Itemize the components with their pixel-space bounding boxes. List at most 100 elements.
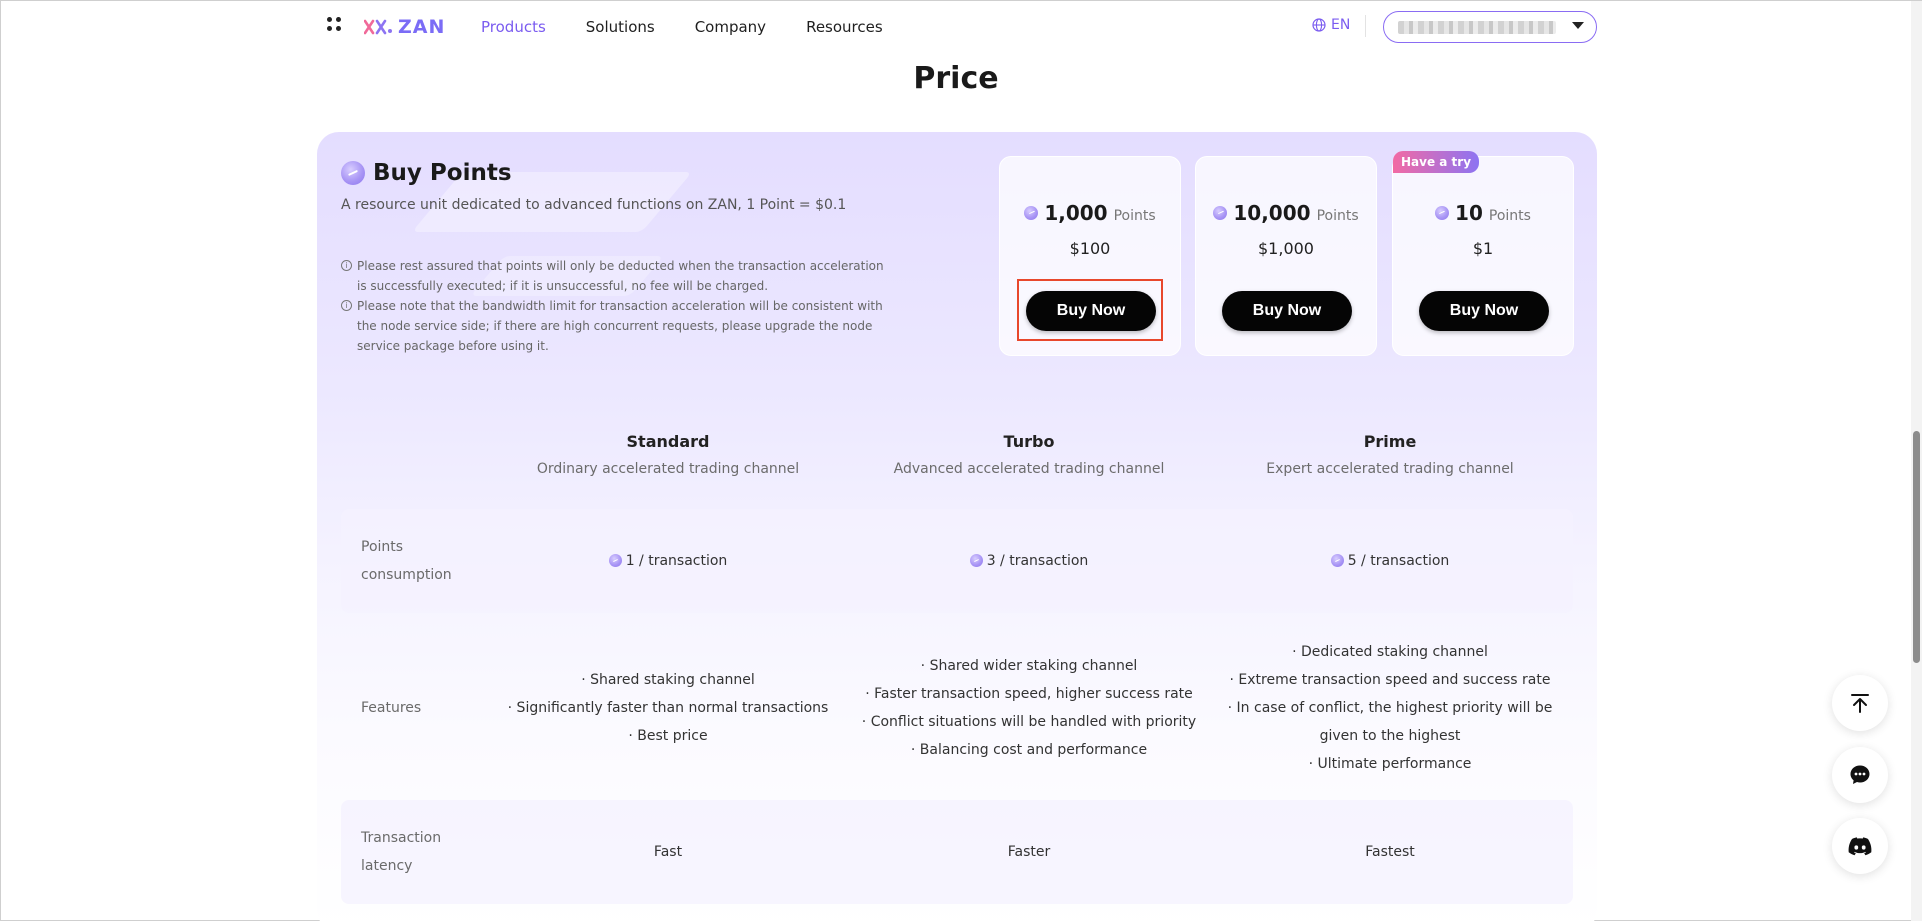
logo-text: ZAN <box>398 16 446 38</box>
info-icon: i <box>341 260 352 271</box>
tier-header-prime: Prime Expert accelerated trading channel <box>1209 432 1571 477</box>
point-coin-icon <box>608 554 622 567</box>
tier-name: Standard <box>626 432 710 451</box>
language-switcher[interactable]: EN <box>1312 17 1350 33</box>
point-coin-icon <box>1435 206 1450 220</box>
row-label-line: Transaction <box>361 830 442 846</box>
note-text: Please note that the bandwidth limit for… <box>357 299 883 353</box>
tier-subtitle: Expert accelerated trading channel <box>1266 461 1514 477</box>
apps-grid-icon[interactable] <box>327 17 343 33</box>
latency-cell-turbo: Faster <box>1007 844 1051 860</box>
package-unit: Points <box>1113 208 1156 224</box>
package-unit: Points <box>1488 208 1531 224</box>
row-label: Features <box>361 700 422 716</box>
feature-line: · Faster transaction speed, higher succe… <box>865 686 1193 702</box>
buy-now-button-10000[interactable]: Buy Now <box>1222 291 1352 331</box>
features-cell-prime: · Dedicated staking channel · Extreme tr… <box>1209 638 1571 778</box>
latency-cell-prime: Fastest <box>1365 844 1415 860</box>
header-divider <box>1365 15 1366 37</box>
latency-cell-standard: Fast <box>653 844 683 860</box>
features-cell-standard: · Shared staking channel · Significantly… <box>487 666 849 750</box>
row-label-line: consumption <box>361 567 452 583</box>
points-package-card-10000: 10,000 Points $1,000 Buy Now <box>1195 156 1377 356</box>
info-icon: i <box>341 300 352 311</box>
row-label: Points consumption <box>361 533 471 589</box>
note-text: Please rest assured that points will onl… <box>357 259 884 293</box>
nav-solutions[interactable]: Solutions <box>586 18 655 36</box>
pricing-panel: Buy Points A resource unit dedicated to … <box>317 132 1597 921</box>
point-coin-icon <box>341 161 365 185</box>
points-value: 1 / transaction <box>625 553 728 569</box>
page-title: Price <box>913 61 999 96</box>
zan-logo[interactable]: ZAN <box>364 13 445 41</box>
feature-line: · Best price <box>628 728 708 744</box>
feature-line: · Extreme transaction speed and success … <box>1229 672 1551 688</box>
tier-name: Turbo <box>1003 432 1055 451</box>
buy-points-header: Buy Points <box>341 160 512 186</box>
have-a-try-badge: Have a try <box>1393 151 1480 173</box>
package-amount-row: 10,000 Points <box>1196 201 1376 225</box>
globe-icon <box>1312 18 1326 32</box>
package-amount-row: 1,000 Points <box>1000 201 1180 225</box>
tier-header-standard: Standard Ordinary accelerated trading ch… <box>487 432 849 477</box>
discord-icon <box>1848 837 1872 856</box>
package-amount-row: 10 Points <box>1393 201 1573 225</box>
tier-header-turbo: Turbo Advanced accelerated trading chann… <box>848 432 1210 477</box>
package-unit: Points <box>1316 208 1359 224</box>
points-value: 5 / transaction <box>1347 553 1450 569</box>
feature-line: · Shared staking channel <box>581 672 755 688</box>
features-cell-turbo: · Shared wider staking channel · Faster … <box>848 652 1210 764</box>
point-coin-icon <box>1213 206 1228 220</box>
chat-button[interactable] <box>1832 747 1888 803</box>
package-price: $100 <box>1069 239 1111 258</box>
buy-points-title: Buy Points <box>373 160 512 186</box>
tier-subtitle: Ordinary accelerated trading channel <box>536 461 800 477</box>
buy-points-description: A resource unit dedicated to advanced fu… <box>341 197 847 213</box>
row-label: Transaction latency <box>361 824 471 880</box>
discord-button[interactable] <box>1832 818 1888 874</box>
back-to-top-icon <box>1851 694 1869 713</box>
nav-company[interactable]: Company <box>695 18 766 36</box>
feature-line: · Significantly faster than normal trans… <box>507 700 829 716</box>
feature-line: · In case of conflict, the highest prior… <box>1227 700 1553 716</box>
nav-products[interactable]: Products <box>481 18 546 36</box>
account-select[interactable] <box>1383 11 1597 43</box>
language-label: EN <box>1331 17 1351 33</box>
feature-line: · Shared wider staking channel <box>920 658 1138 674</box>
package-price: $1,000 <box>1258 239 1314 258</box>
row-label-line: Points <box>361 539 404 555</box>
point-coin-icon <box>1330 554 1344 567</box>
nav-resources[interactable]: Resources <box>806 18 883 36</box>
table-row-features: Features · Shared staking channel · Sign… <box>341 619 1573 797</box>
note-item: i Please note that the bandwidth limit f… <box>341 296 886 356</box>
feature-line: · Balancing cost and performance <box>910 742 1148 758</box>
feature-line: · Dedicated staking channel <box>1292 644 1488 660</box>
top-navbar: ZAN Products Solutions Company Resources… <box>1 1 1921 53</box>
package-price: $1 <box>1472 239 1494 258</box>
points-package-card-10: Have a try 10 Points $1 Buy Now <box>1392 151 1574 356</box>
chevron-down-icon <box>1572 22 1584 29</box>
table-row-transaction-latency: Transaction latency Fast Faster Fastest <box>341 800 1573 904</box>
points-value: 3 / transaction <box>986 553 1089 569</box>
zan-logo-mark-icon <box>364 19 392 35</box>
points-package-card-1000: 1,000 Points $100 Buy Now <box>999 156 1181 356</box>
back-to-top-button[interactable] <box>1832 675 1888 731</box>
page-scrollbar[interactable] <box>1911 1 1922 921</box>
note-item: i Please rest assured that points will o… <box>341 256 886 296</box>
scrollbar-thumb[interactable] <box>1913 431 1920 663</box>
package-amount: 10 <box>1455 201 1483 225</box>
buy-now-button-10[interactable]: Buy Now <box>1419 291 1549 331</box>
point-coin-icon <box>969 554 983 567</box>
points-cell-prime: 5 / transaction <box>1209 547 1571 575</box>
tier-subtitle: Advanced accelerated trading channel <box>893 461 1165 477</box>
account-name-redacted <box>1398 21 1556 34</box>
feature-line: · Ultimate performance <box>1308 756 1472 772</box>
feature-line: · Conflict situations will be handled wi… <box>861 714 1197 730</box>
points-cell-turbo: 3 / transaction <box>848 547 1210 575</box>
table-row-points-consumption: Points consumption 1 / transaction 3 / t… <box>341 509 1573 613</box>
tier-name: Prime <box>1363 432 1417 451</box>
main-nav: Products Solutions Company Resources <box>481 1 923 53</box>
package-amount: 1,000 <box>1044 201 1108 225</box>
chat-icon <box>1850 765 1870 784</box>
highlight-box <box>1017 279 1163 341</box>
